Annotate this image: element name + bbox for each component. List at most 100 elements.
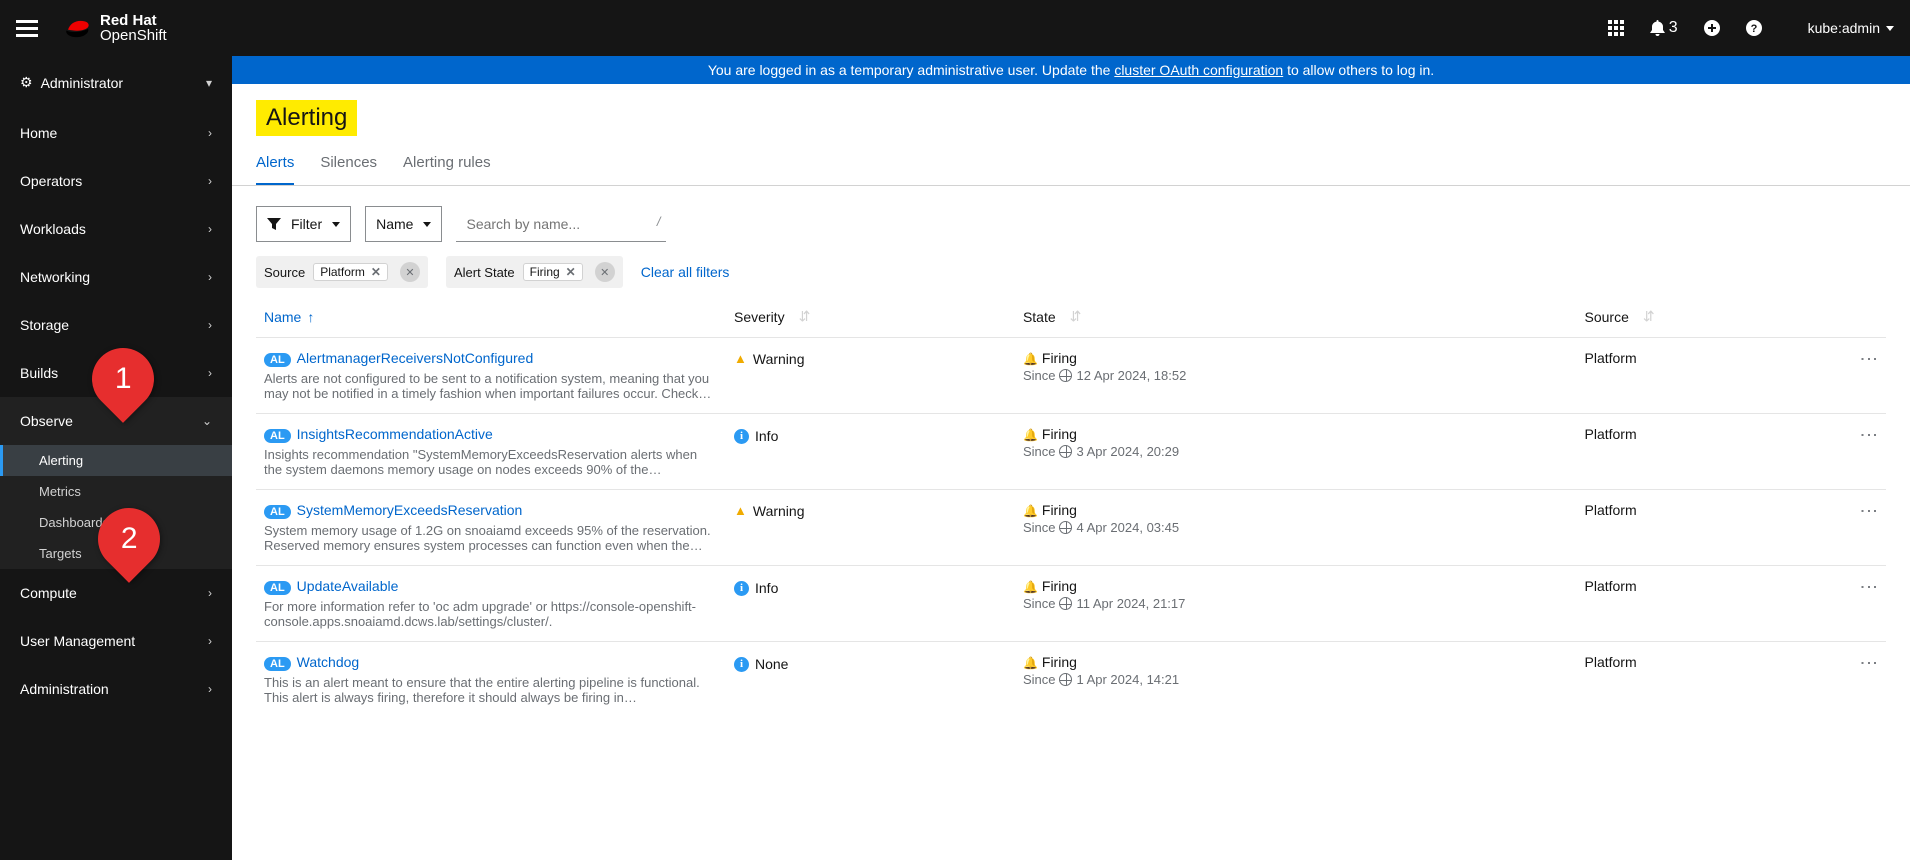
filter-dropdown[interactable]: Filter bbox=[256, 206, 351, 242]
globe-icon bbox=[1059, 369, 1072, 382]
chip-group-state: Alert State Firing✕ ✕ bbox=[446, 256, 623, 288]
kebab-menu-button[interactable]: ⋮ bbox=[1860, 578, 1878, 598]
help-icon[interactable]: ? bbox=[1746, 20, 1762, 36]
nav-item-operators[interactable]: Operators› bbox=[0, 157, 232, 205]
source-cell: Platform bbox=[1577, 414, 1847, 490]
tabs: Alerts Silences Alerting rules bbox=[232, 136, 1910, 186]
caret-down-icon bbox=[423, 222, 431, 227]
column-header-state[interactable]: State⇵ bbox=[1023, 308, 1081, 325]
subnav-item-metrics[interactable]: Metrics bbox=[0, 476, 232, 507]
nav-item-storage[interactable]: Storage› bbox=[0, 301, 232, 349]
alert-description: Insights recommendation "SystemMemoryExc… bbox=[264, 447, 714, 477]
alert-description: Alerts are not configured to be sent to … bbox=[264, 371, 714, 401]
nav-item-workloads[interactable]: Workloads› bbox=[0, 205, 232, 253]
brand-name: Red Hat bbox=[100, 13, 167, 28]
info-icon: i bbox=[734, 581, 749, 596]
clear-all-filters-link[interactable]: Clear all filters bbox=[641, 264, 730, 280]
chevron-icon: › bbox=[208, 174, 212, 188]
since-timestamp: Since 11 Apr 2024, 21:17 bbox=[1023, 596, 1569, 611]
source-cell: Platform bbox=[1577, 338, 1847, 414]
sort-icon: ⇵ bbox=[1643, 308, 1655, 325]
notification-count: 3 bbox=[1669, 19, 1678, 37]
bell-icon: 🔔 bbox=[1023, 428, 1038, 442]
state-cell: 🔔Firing bbox=[1023, 654, 1569, 670]
chevron-icon: › bbox=[208, 318, 212, 332]
remove-chip-button[interactable]: ✕ bbox=[566, 265, 576, 279]
since-timestamp: Since 4 Apr 2024, 03:45 bbox=[1023, 520, 1569, 535]
source-cell: Platform bbox=[1577, 566, 1847, 642]
oauth-config-link[interactable]: cluster OAuth configuration bbox=[1114, 62, 1283, 78]
tab-silences[interactable]: Silences bbox=[320, 154, 377, 185]
state-cell: 🔔Firing bbox=[1023, 578, 1569, 594]
column-header-severity[interactable]: Severity⇵ bbox=[734, 308, 810, 325]
brand-product: OpenShift bbox=[100, 28, 167, 43]
kebab-menu-button[interactable]: ⋮ bbox=[1860, 350, 1878, 370]
alert-badge: AL bbox=[264, 353, 291, 367]
state-cell: 🔔Firing bbox=[1023, 350, 1569, 366]
subnav-item-alerting[interactable]: Alerting bbox=[0, 445, 232, 476]
source-cell: Platform bbox=[1577, 642, 1847, 718]
nav-item-user-management[interactable]: User Management› bbox=[0, 617, 232, 665]
name-filter-dropdown[interactable]: Name bbox=[365, 206, 442, 242]
warning-icon: ▲ bbox=[734, 503, 747, 518]
chevron-icon: ⌄ bbox=[202, 414, 212, 428]
alert-description: System memory usage of 1.2G on snoaiamd … bbox=[264, 523, 714, 553]
gear-icon: ⚙ bbox=[20, 74, 33, 91]
clear-chip-group-button[interactable]: ✕ bbox=[595, 262, 615, 282]
user-menu[interactable]: kube:admin bbox=[1808, 20, 1894, 36]
nav-item-home[interactable]: Home› bbox=[0, 109, 232, 157]
since-timestamp: Since 3 Apr 2024, 20:29 bbox=[1023, 444, 1569, 459]
chip-state-firing: Firing✕ bbox=[523, 263, 583, 281]
chip-group-source: Source Platform✕ ✕ bbox=[256, 256, 428, 288]
tab-alerting-rules[interactable]: Alerting rules bbox=[403, 154, 491, 185]
caret-down-icon bbox=[1886, 26, 1894, 31]
kebab-menu-button[interactable]: ⋮ bbox=[1860, 654, 1878, 674]
alert-description: This is an alert meant to ensure that th… bbox=[264, 675, 714, 705]
since-timestamp: Since 1 Apr 2024, 14:21 bbox=[1023, 672, 1569, 687]
impersonation-banner: You are logged in as a temporary adminis… bbox=[232, 56, 1910, 84]
alert-description: For more information refer to 'oc adm up… bbox=[264, 599, 714, 629]
apps-icon[interactable] bbox=[1608, 20, 1624, 36]
add-icon[interactable] bbox=[1704, 20, 1720, 36]
perspective-switcher[interactable]: ⚙Administrator ▾ bbox=[0, 56, 232, 109]
since-timestamp: Since 12 Apr 2024, 18:52 bbox=[1023, 368, 1569, 383]
remove-chip-button[interactable]: ✕ bbox=[371, 265, 381, 279]
notifications-icon[interactable]: 3 bbox=[1650, 19, 1678, 37]
alert-name-link[interactable]: InsightsRecommendationActive bbox=[297, 426, 493, 442]
filter-icon bbox=[267, 218, 281, 230]
alerts-table: Name ↑ Severity⇵ State⇵ Source⇵ AL Alertm… bbox=[256, 298, 1886, 717]
toolbar: Filter Name / bbox=[232, 186, 1910, 256]
kebab-menu-button[interactable]: ⋮ bbox=[1860, 502, 1878, 522]
hamburger-menu-button[interactable] bbox=[16, 16, 40, 40]
alert-name-link[interactable]: AlertmanagerReceiversNotConfigured bbox=[297, 350, 534, 366]
alert-name-link[interactable]: Watchdog bbox=[297, 654, 360, 670]
table-row: AL UpdateAvailable For more information re… bbox=[256, 566, 1886, 642]
filter-chips: Source Platform✕ ✕ Alert State Firing✕ ✕… bbox=[232, 256, 1910, 298]
state-cell: 🔔Firing bbox=[1023, 502, 1569, 518]
alert-name-link[interactable]: UpdateAvailable bbox=[297, 578, 399, 594]
info-icon: i bbox=[734, 657, 749, 672]
main-content: You are logged in as a temporary adminis… bbox=[232, 56, 1910, 860]
nav-item-networking[interactable]: Networking› bbox=[0, 253, 232, 301]
search-input[interactable] bbox=[456, 206, 666, 242]
state-cell: 🔔Firing bbox=[1023, 426, 1569, 442]
page-title: Alerting bbox=[256, 100, 357, 136]
nav-item-administration[interactable]: Administration› bbox=[0, 665, 232, 713]
kebab-menu-button[interactable]: ⋮ bbox=[1860, 426, 1878, 446]
username: kube:admin bbox=[1808, 20, 1880, 36]
severity-cell: i Info bbox=[734, 580, 778, 596]
sort-icon: ⇵ bbox=[799, 308, 811, 325]
sort-icon: ⇵ bbox=[1070, 308, 1082, 325]
nav-item-compute[interactable]: Compute› bbox=[0, 569, 232, 617]
clear-chip-group-button[interactable]: ✕ bbox=[400, 262, 420, 282]
caret-down-icon bbox=[332, 222, 340, 227]
column-header-name[interactable]: Name ↑ bbox=[264, 309, 314, 325]
tab-alerts[interactable]: Alerts bbox=[256, 154, 294, 185]
column-header-source[interactable]: Source⇵ bbox=[1585, 308, 1655, 325]
alert-name-link[interactable]: SystemMemoryExceedsReservation bbox=[297, 502, 523, 518]
chevron-icon: › bbox=[208, 634, 212, 648]
chevron-icon: › bbox=[208, 586, 212, 600]
brand-logo[interactable]: Red Hat OpenShift bbox=[64, 13, 167, 43]
severity-cell: i None bbox=[734, 656, 788, 672]
alert-badge: AL bbox=[264, 581, 291, 595]
